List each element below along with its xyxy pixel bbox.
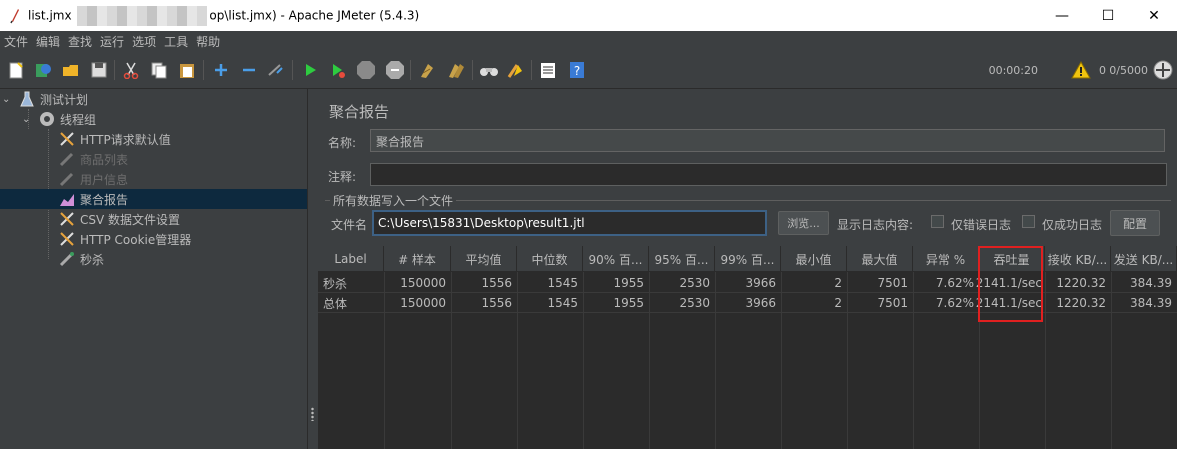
tree-node-test-plan[interactable]: ⌄ 测试计划 <box>0 89 307 109</box>
tree-node-product-list[interactable]: 商品列表 <box>0 149 307 169</box>
filename-input[interactable]: C:\Users\15831\Desktop\result1.jtl <box>372 210 767 236</box>
table-header: Label # 样本 平均值 中位数 90% 百... 95% 百... 99%… <box>318 246 1177 272</box>
comment-field[interactable] <box>370 163 1167 186</box>
configure-button[interactable]: 配置 <box>1110 210 1160 236</box>
help-icon[interactable]: ? <box>566 59 588 81</box>
file-label: 文件名 <box>331 218 368 232</box>
copy-icon[interactable] <box>148 59 170 81</box>
results-table: Label # 样本 平均值 中位数 90% 百... 95% 百... 99%… <box>318 246 1177 449</box>
col-max[interactable]: 最大值 <box>847 246 913 272</box>
menu-bar: 文件 编辑 查找 运行 选项 工具 帮助 <box>0 31 1177 51</box>
warning-count: 0 <box>1099 64 1106 77</box>
chart-icon <box>58 190 76 208</box>
elapsed-timer: 00:00:20 <box>988 64 1038 77</box>
chevron-down-icon[interactable]: ⌄ <box>2 94 14 105</box>
log-content-label: 显示日志内容: <box>837 218 914 232</box>
success-only-label: 仅成功日志 <box>1042 218 1103 232</box>
stop-icon[interactable] <box>355 59 377 81</box>
pipette-icon <box>58 150 76 168</box>
table-row[interactable]: 总体 150000 1556 1545 1955 2530 3966 2 750… <box>318 293 1177 313</box>
comment-label: 注释: <box>328 170 357 184</box>
start-no-pauses-icon[interactable] <box>327 59 349 81</box>
col-label[interactable]: Label <box>318 246 384 272</box>
panel-title: 聚合报告 <box>329 103 390 121</box>
col-min[interactable]: 最小值 <box>781 246 847 272</box>
search-binoculars-icon[interactable] <box>478 59 500 81</box>
jmeter-feather-icon <box>8 8 22 24</box>
menu-run[interactable]: 运行 <box>100 33 124 50</box>
col-received-kb[interactable]: 接收 KB/... <box>1045 246 1111 272</box>
tree-node-seckill[interactable]: 秒杀 <box>0 249 307 269</box>
clear-all-icon[interactable] <box>445 59 467 81</box>
col-p95[interactable]: 95% 百... <box>649 246 715 272</box>
active-threads: 0/5000 <box>1109 64 1148 77</box>
tree-node-csv-config[interactable]: CSV 数据文件设置 <box>0 209 307 229</box>
tree-node-thread-group[interactable]: ⌄ 线程组 <box>0 109 307 129</box>
open-icon[interactable] <box>60 59 82 81</box>
templates-icon[interactable] <box>32 59 54 81</box>
group-title: 所有数据写入一个文件 <box>330 192 457 209</box>
tree-node-http-defaults[interactable]: HTTP请求默认值 <box>0 129 307 149</box>
jmeter-window: list.jmx op\list.jmx) - Apache JMeter (5… <box>0 0 1177 449</box>
splitter[interactable] <box>307 89 317 449</box>
col-samples[interactable]: # 样本 <box>384 246 451 272</box>
tree-node-user-info[interactable]: 用户信息 <box>0 169 307 189</box>
toggle-icon[interactable] <box>264 59 286 81</box>
menu-file[interactable]: 文件 <box>4 33 28 50</box>
menu-tools[interactable]: 工具 <box>164 33 188 50</box>
shutdown-icon[interactable] <box>384 59 406 81</box>
tree-node-cookie-manager[interactable]: HTTP Cookie管理器 <box>0 229 307 249</box>
col-error-pct[interactable]: 异常 % <box>913 246 979 272</box>
minimize-button[interactable]: — <box>1039 0 1085 31</box>
chevron-down-icon[interactable]: ⌄ <box>22 114 34 125</box>
expand-icon[interactable] <box>210 59 232 81</box>
gear-icon <box>38 110 56 128</box>
tree-node-aggregate-report[interactable]: 聚合报告 <box>0 189 307 209</box>
success-only-checkbox[interactable] <box>1022 215 1035 228</box>
close-button[interactable]: ✕ <box>1131 0 1177 31</box>
window-title: list.jmx op\list.jmx) - Apache JMeter (5… <box>28 5 419 26</box>
name-field[interactable]: 聚合报告 <box>370 129 1165 152</box>
errors-only-checkbox[interactable] <box>931 215 944 228</box>
wrench-icon <box>58 230 76 248</box>
pipette-icon <box>58 250 76 268</box>
reset-search-icon[interactable] <box>504 59 526 81</box>
remote-engines-icon[interactable] <box>1153 60 1173 83</box>
clear-icon[interactable] <box>416 59 438 81</box>
warning-icon[interactable] <box>1071 60 1091 82</box>
svg-text:?: ? <box>574 64 580 78</box>
menu-search[interactable]: 查找 <box>68 33 92 50</box>
menu-edit[interactable]: 编辑 <box>36 33 60 50</box>
menu-help[interactable]: 帮助 <box>196 33 220 50</box>
new-icon[interactable] <box>5 59 27 81</box>
cut-icon[interactable] <box>120 59 142 81</box>
errors-only-label: 仅错误日志 <box>951 218 1012 232</box>
maximize-button[interactable]: ☐ <box>1085 0 1131 31</box>
col-p99[interactable]: 99% 百... <box>715 246 781 272</box>
toolbar: ? 00:00:20 0 0/5000 <box>0 51 1177 89</box>
collapse-icon[interactable] <box>238 59 260 81</box>
name-label: 名称: <box>328 136 357 150</box>
menu-options[interactable]: 选项 <box>132 33 156 50</box>
start-icon[interactable] <box>299 59 321 81</box>
col-median[interactable]: 中位数 <box>517 246 583 272</box>
col-sent-kb[interactable]: 发送 KB/... <box>1111 246 1177 272</box>
col-average[interactable]: 平均值 <box>451 246 517 272</box>
redacted-path <box>77 5 208 26</box>
test-plan-tree: ⌄ 测试计划 ⌄ 线程组 HTTP请求默认值 商品列表 用户信息 聚合报告 CS… <box>0 89 307 449</box>
wrench-icon <box>58 210 76 228</box>
function-helper-icon[interactable] <box>537 59 559 81</box>
throughput-highlight-box <box>978 246 1043 322</box>
aggregate-report-panel: 聚合报告 名称: 聚合报告 注释: 所有数据写入一个文件 文件名 C:\User… <box>317 89 1177 449</box>
paste-icon[interactable] <box>176 59 198 81</box>
wrench-icon <box>58 130 76 148</box>
col-p90[interactable]: 90% 百... <box>583 246 649 272</box>
flask-icon <box>18 90 36 108</box>
pipette-icon <box>58 170 76 188</box>
title-bar: list.jmx op\list.jmx) - Apache JMeter (5… <box>0 0 1177 31</box>
browse-button[interactable]: 浏览... <box>778 211 829 235</box>
table-row[interactable]: 秒杀 150000 1556 1545 1955 2530 3966 2 750… <box>318 273 1177 293</box>
save-icon[interactable] <box>88 59 110 81</box>
